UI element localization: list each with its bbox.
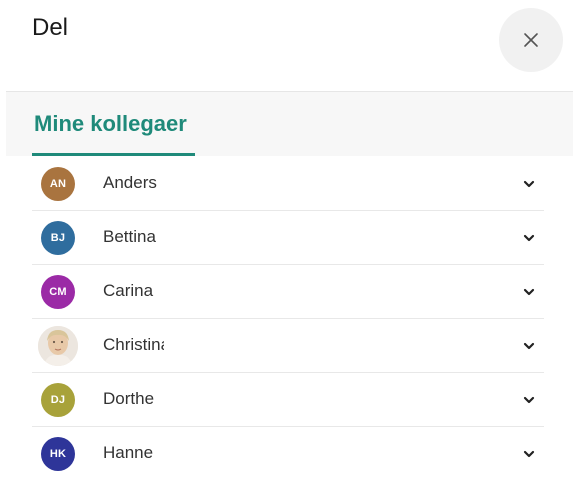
colleague-name: Anders — [103, 173, 157, 192]
close-button[interactable] — [499, 8, 563, 72]
avatar: HK — [41, 437, 75, 471]
colleague-row[interactable]: AN Anders — [32, 157, 544, 211]
chevron-down-icon[interactable] — [522, 448, 536, 460]
chevron-down-icon[interactable] — [522, 394, 536, 406]
row-blank-area — [164, 427, 494, 480]
colleague-name: Carina — [103, 281, 154, 300]
avatar: AN — [41, 167, 75, 201]
person-photo-icon — [38, 326, 78, 366]
row-blank-area — [164, 211, 494, 264]
close-icon — [524, 33, 538, 47]
active-tab-indicator — [32, 153, 195, 156]
chevron-down-icon[interactable] — [522, 340, 536, 352]
colleague-row[interactable]: DJ Dorthe — [32, 373, 544, 427]
row-blank-area — [164, 265, 494, 318]
tab-mine-kollegaer[interactable]: Mine kollegaer — [32, 92, 189, 156]
chevron-down-icon[interactable] — [522, 286, 536, 298]
colleague-name: Bettina — [103, 227, 156, 246]
chevron-down-icon[interactable] — [522, 178, 536, 190]
colleague-row[interactable]: Christina — [32, 319, 544, 373]
avatar: DJ — [41, 383, 75, 417]
colleague-row[interactable]: HK Hanne — [32, 427, 544, 480]
row-blank-area — [164, 373, 494, 426]
colleague-row[interactable]: BJ Bettina — [32, 211, 544, 265]
row-blank-area — [164, 157, 494, 210]
dialog-title: Del — [32, 14, 69, 41]
colleague-name: Dorthe — [103, 389, 155, 408]
row-blank-area — [164, 319, 494, 372]
colleague-name: Christina — [103, 335, 164, 354]
colleague-row[interactable]: CM Carina — [32, 265, 544, 319]
colleague-list: AN Anders BJ Bettina CM Carina Christina… — [32, 157, 544, 480]
avatar: BJ — [41, 221, 75, 255]
chevron-down-icon[interactable] — [522, 232, 536, 244]
avatar: CM — [41, 275, 75, 309]
colleague-name: Hanne — [103, 443, 154, 462]
avatar-photo — [38, 326, 78, 366]
tabs-bar: Mine kollegaer — [6, 91, 573, 156]
